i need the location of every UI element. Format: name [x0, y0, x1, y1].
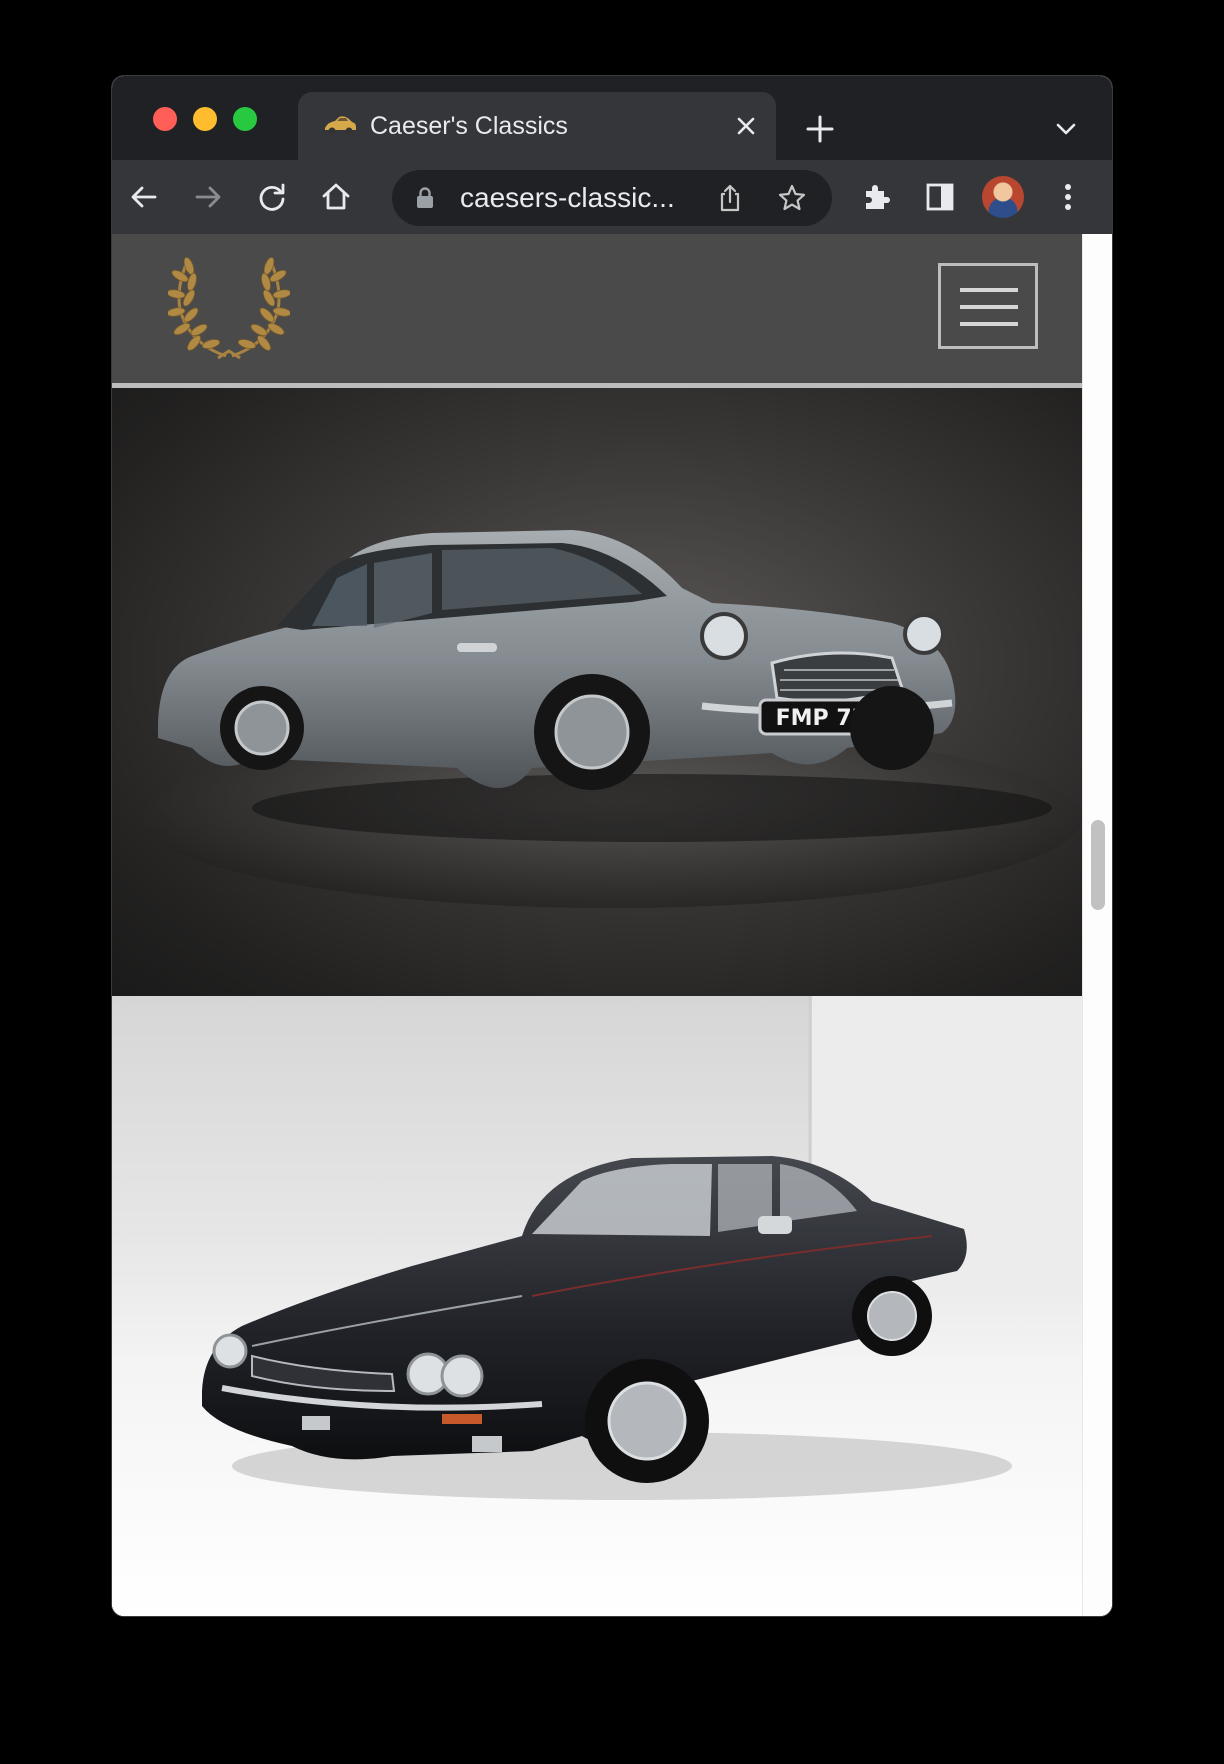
- side-panel-icon[interactable]: [922, 179, 958, 215]
- tab-title: Caeser's Classics: [370, 112, 568, 140]
- forward-icon[interactable]: [190, 179, 226, 215]
- lock-icon[interactable]: [414, 186, 436, 210]
- hamburger-line: [960, 288, 1018, 292]
- share-icon[interactable]: [714, 182, 746, 214]
- hamburger-menu-button[interactable]: [938, 263, 1038, 349]
- browser-window: Caeser's Classics caesers-classic... FMP…: [112, 76, 1112, 1616]
- hamburger-line: [960, 305, 1018, 309]
- gray-classic-coupe-illustration: FMP 7B: [142, 530, 1082, 908]
- bookmark-star-icon[interactable]: [776, 182, 808, 214]
- page-scrollbar-track[interactable]: [1082, 234, 1112, 1616]
- close-window-button[interactable]: [153, 107, 177, 131]
- home-icon[interactable]: [318, 179, 354, 215]
- new-tab-plus-icon[interactable]: [802, 111, 838, 147]
- gallery-image-gray-coupe[interactable]: FMP 7B: [112, 388, 1082, 996]
- minimize-window-button[interactable]: [193, 107, 217, 131]
- address-bar[interactable]: caesers-classic...: [392, 170, 832, 226]
- browser-toolbar: caesers-classic...: [112, 160, 1112, 234]
- page-scrollbar-thumb[interactable]: [1091, 820, 1105, 910]
- laurel-wreath-logo[interactable]: [168, 252, 290, 362]
- classic-car-favicon: [325, 116, 356, 135]
- menu-icon[interactable]: [1050, 179, 1086, 215]
- active-tab[interactable]: Caeser's Classics: [298, 92, 776, 160]
- profile-avatar[interactable]: [982, 176, 1024, 218]
- site-page: FMP 7B: [112, 234, 1082, 1616]
- close-tab-icon[interactable]: [728, 108, 764, 144]
- maximize-window-button[interactable]: [233, 107, 257, 131]
- site-header: [112, 234, 1082, 388]
- url-text[interactable]: caesers-classic...: [460, 182, 692, 214]
- black-grand-tourer-illustration: [202, 996, 1082, 1500]
- tab-search-chevron-icon[interactable]: [1052, 115, 1080, 143]
- reload-icon[interactable]: [254, 179, 290, 215]
- extensions-icon[interactable]: [858, 179, 894, 215]
- tab-strip: Caeser's Classics: [112, 76, 1112, 160]
- hamburger-line: [960, 322, 1018, 326]
- page-viewport: FMP 7B: [112, 234, 1112, 1616]
- gallery-image-black-coupe[interactable]: [112, 996, 1082, 1616]
- back-icon[interactable]: [126, 179, 162, 215]
